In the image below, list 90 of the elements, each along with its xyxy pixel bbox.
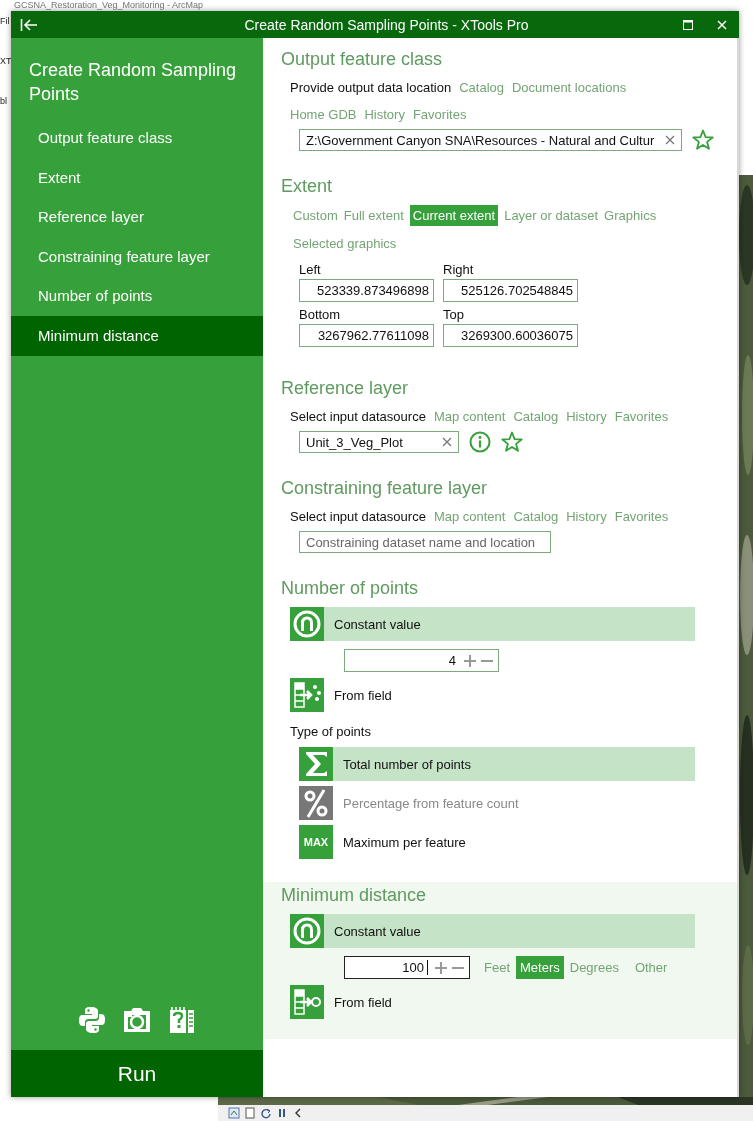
sidebar-item[interactable]: Output feature class <box>11 118 263 158</box>
prompt-label: Select input datasource <box>290 508 426 526</box>
option-row[interactable]: Constant value <box>290 607 695 641</box>
sigma-icon <box>299 747 333 781</box>
unit-option[interactable]: Other <box>634 960 668 975</box>
section-heading: Extent <box>281 175 334 197</box>
sidebar-item[interactable]: Constraining feature layer <box>11 236 263 277</box>
number-field[interactable]: 100 <box>344 956 470 979</box>
close-icon[interactable] <box>717 19 727 30</box>
sidebar-item[interactable]: Extent <box>11 157 263 198</box>
refresh-icon[interactable] <box>260 1107 272 1119</box>
link[interactable]: Map content <box>433 407 506 426</box>
section-heading: Output feature class <box>281 48 444 70</box>
python-icon[interactable] <box>78 1006 106 1034</box>
link[interactable]: Document locations <box>512 78 627 97</box>
link[interactable]: History <box>566 407 607 426</box>
menu-text: Fil <box>0 16 11 26</box>
help-document-icon[interactable] <box>168 1006 196 1034</box>
option-row[interactable]: Total number of points <box>299 747 695 781</box>
star-icon[interactable] <box>692 129 714 151</box>
maximize-icon[interactable] <box>683 19 693 30</box>
unit-option[interactable]: Feet <box>484 960 510 975</box>
prompt-label: Select input datasource <box>290 408 426 426</box>
field-list-icon <box>290 985 324 1019</box>
section-heading: Minimum distance <box>281 884 428 906</box>
window-title: Create Random Sampling Points - XTools Pro <box>243 16 530 33</box>
extent-option[interactable]: Current extent <box>409 205 499 226</box>
option-row: Percentage from feature count <box>299 786 695 820</box>
coordinate-field[interactable]: 525126.702548845 <box>443 279 578 302</box>
clear-icon[interactable] <box>665 135 675 145</box>
option-row[interactable]: From field <box>290 985 695 1019</box>
link[interactable]: History <box>364 105 405 124</box>
star-icon[interactable] <box>501 431 523 453</box>
map-view-icon[interactable] <box>228 1107 240 1119</box>
extent-option[interactable]: Custom <box>293 206 338 225</box>
percent-icon <box>299 786 333 820</box>
number-field[interactable]: 4 <box>344 649 499 672</box>
extent-option[interactable]: Full extent <box>343 206 404 225</box>
collapse-icon[interactable] <box>20 17 38 32</box>
run-button[interactable]: Run <box>11 1050 263 1097</box>
pause-icon[interactable] <box>276 1107 288 1119</box>
field-list-icon <box>290 678 324 712</box>
coordinate-field[interactable]: 3267962.77611098 <box>299 324 434 347</box>
field-label: Bottom <box>299 306 342 324</box>
field-label: Top <box>443 306 465 324</box>
prompt-label: Provide output data location <box>290 79 452 97</box>
menu-text: XT <box>0 56 11 66</box>
datasource-field[interactable]: Constraining dataset name and location <box>299 531 551 553</box>
sidebar-title: Create Random Sampling Points <box>28 59 238 106</box>
coordinate-field[interactable]: 3269300.60036075 <box>443 324 578 347</box>
link[interactable]: Map content <box>433 507 506 526</box>
section-heading: Reference layer <box>281 377 410 399</box>
option-row[interactable]: From field <box>290 678 695 712</box>
clear-icon[interactable] <box>442 437 452 447</box>
field-label: Type of points <box>289 723 372 741</box>
link[interactable]: History <box>566 507 607 526</box>
camera-icon[interactable] <box>123 1006 151 1034</box>
path-field[interactable]: Z:\Government Canyon SNA\Resources - Natural and Cultur <box>299 129 682 151</box>
info-icon[interactable] <box>469 431 491 453</box>
menu-text: bl <box>0 96 8 106</box>
field-label: Left <box>299 261 322 279</box>
link[interactable]: Favorites <box>412 105 467 124</box>
extent-option[interactable]: Layer or dataset <box>504 206 599 225</box>
link[interactable]: Home GDB <box>290 105 357 124</box>
constant-value-icon <box>290 607 324 641</box>
extent-option[interactable]: Graphics <box>604 206 657 225</box>
field-label: Right <box>443 261 475 279</box>
constant-value-icon <box>290 914 324 948</box>
plus-icon[interactable] <box>463 653 477 668</box>
option-row[interactable]: Constant value <box>290 914 695 948</box>
link[interactable]: Catalog <box>459 78 504 97</box>
layer-field[interactable]: Unit_3_Veg_Plot <box>299 431 459 453</box>
sidebar-item[interactable]: Minimum distance <box>11 315 263 356</box>
sidebar-item[interactable]: Reference layer <box>11 197 263 237</box>
max-icon: MAX <box>299 825 333 859</box>
link[interactable]: Favorites <box>614 407 669 426</box>
extent-option[interactable]: Selected graphics <box>293 234 397 253</box>
option-row[interactable]: MAX Maximum per feature <box>299 825 695 859</box>
link[interactable]: Favorites <box>614 507 669 526</box>
link[interactable]: Catalog <box>513 407 559 426</box>
unit-option[interactable]: Degrees <box>569 960 619 975</box>
unit-option[interactable]: Meters <box>516 956 564 979</box>
link[interactable]: Catalog <box>513 507 559 526</box>
sidebar-item[interactable]: Number of points <box>11 276 263 316</box>
window-title: GCSNA_Restoration_Veg_Monitoring - ArcMap <box>14 0 204 10</box>
page-icon[interactable] <box>244 1107 256 1119</box>
section-heading: Number of points <box>281 577 420 599</box>
plus-icon[interactable] <box>434 960 448 975</box>
section-heading: Constraining feature layer <box>281 477 489 499</box>
coordinate-field[interactable]: 523339.873496898 <box>299 279 434 302</box>
